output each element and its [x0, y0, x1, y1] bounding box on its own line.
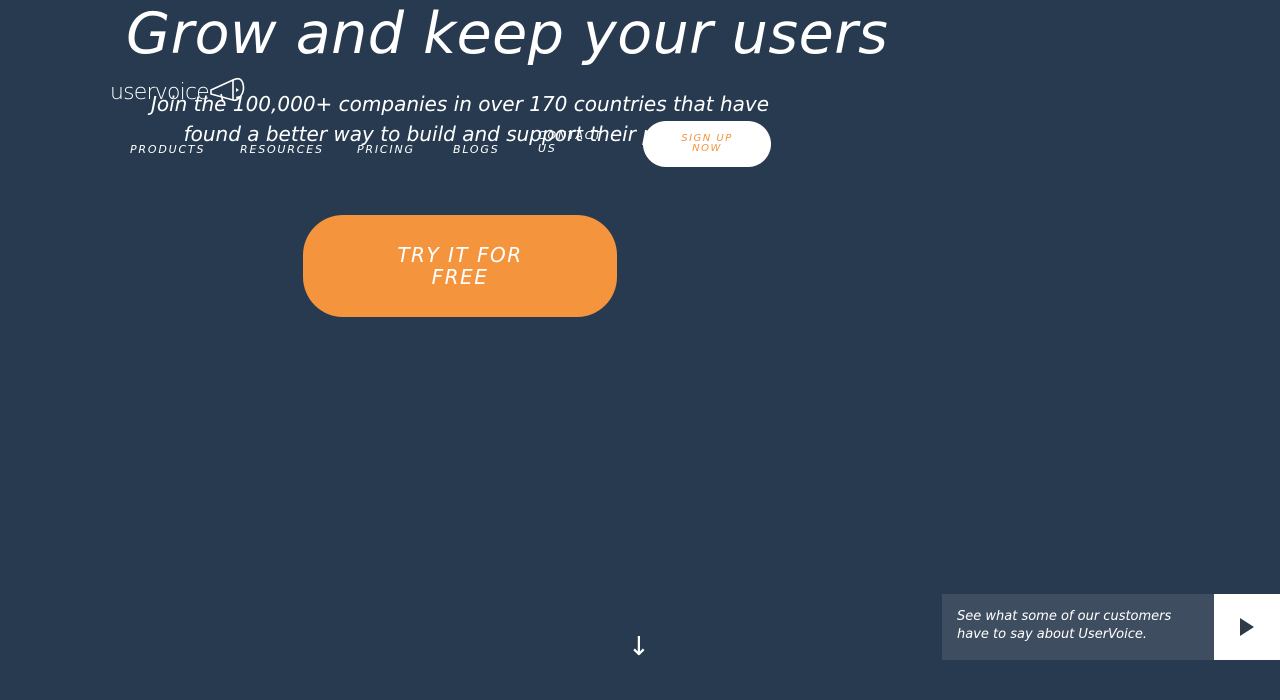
logo-wordmark: uservoice: [110, 80, 210, 105]
video-testimonial-card: See what some of our customers have to s…: [942, 594, 1280, 660]
video-caption: See what some of our customers have to s…: [942, 594, 1214, 660]
play-button[interactable]: [1214, 594, 1280, 660]
arrow-down-icon[interactable]: ↓: [628, 632, 650, 662]
nav-contact-us[interactable]: Contact Us: [538, 129, 601, 155]
play-icon: [1240, 618, 1254, 636]
megaphone-icon: [209, 74, 247, 108]
nav-products[interactable]: Products: [130, 143, 205, 156]
uservoice-logo[interactable]: uservoice: [110, 76, 247, 110]
sign-up-button[interactable]: Sign Up Now: [643, 121, 771, 167]
landing-page: Grow and keep your users Join the 100,00…: [0, 0, 1280, 700]
try-free-button[interactable]: Try it for free: [303, 215, 617, 317]
nav-resources[interactable]: Resources: [240, 143, 324, 156]
nav-pricing[interactable]: Pricing: [357, 143, 415, 156]
nav-blogs[interactable]: Blogs: [453, 143, 500, 156]
hero-title: Grow and keep your users: [126, 1, 889, 67]
